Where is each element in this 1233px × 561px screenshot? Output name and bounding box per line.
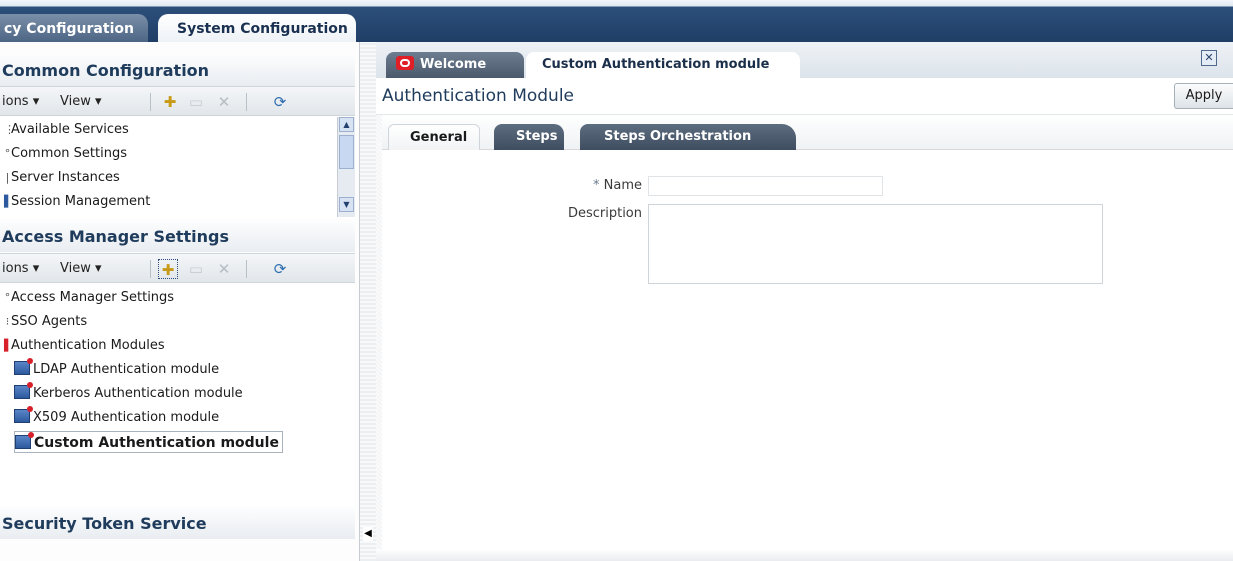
modules-folder-icon: ▌: [4, 339, 13, 352]
module-icon: [15, 432, 34, 449]
tab-policy-configuration[interactable]: cy Configuration: [0, 14, 148, 42]
module-icon: [14, 406, 33, 423]
oracle-logo-icon: [396, 56, 414, 70]
folder-icon[interactable]: ▭: [186, 259, 206, 279]
tree-item-label: Authentication Modules: [11, 338, 165, 353]
actions-menu-label: ions: [2, 261, 29, 276]
tree-item-label: Kerberos Authentication module: [33, 386, 243, 401]
settings-icon: °: [4, 147, 11, 160]
new-icon[interactable]: ✚: [160, 92, 180, 112]
settings-icon: °: [4, 291, 11, 304]
refresh-icon[interactable]: ⟳: [270, 92, 290, 112]
scroll-thumb[interactable]: [339, 135, 354, 169]
tree-item-ldap-module[interactable]: LDAP Authentication module: [14, 358, 220, 381]
view-menu-label: View: [60, 261, 91, 276]
name-label: * Name: [572, 178, 642, 193]
close-icon[interactable]: ✕: [1201, 50, 1217, 66]
toolbar-separator: [246, 260, 247, 278]
access-toolbar: ions ▾ View ▾ ✚ ▭ ✕ ⟳: [0, 253, 355, 283]
name-field[interactable]: [648, 176, 883, 196]
tree-item-label: Common Settings: [11, 146, 128, 161]
toolbar-separator: [246, 93, 247, 111]
actions-menu[interactable]: ions ▾: [2, 261, 39, 276]
tree-item-x509-module[interactable]: X509 Authentication module: [14, 406, 220, 429]
module-icon: [14, 358, 33, 375]
tab-custom-authentication-module[interactable]: Custom Authentication module: [526, 52, 800, 78]
delete-icon[interactable]: ✕: [214, 259, 234, 279]
page-title: Authentication Module: [382, 86, 575, 106]
view-menu[interactable]: View ▾: [60, 261, 102, 276]
tab-welcome[interactable]: Welcome: [386, 52, 524, 78]
tree-item-access-manager-settings[interactable]: °Access Manager Settings: [4, 287, 174, 309]
toolbar-separator: [150, 260, 151, 278]
tree-item-sso-agents[interactable]: ⁝ SSO Agents: [4, 311, 87, 333]
scroll-down-icon[interactable]: ▼: [339, 197, 354, 212]
view-menu[interactable]: View ▾: [60, 94, 102, 109]
folder-icon[interactable]: ▭: [186, 92, 206, 112]
tree-item-kerberos-module[interactable]: Kerberos Authentication module: [14, 382, 243, 405]
session-icon: ▌: [4, 195, 13, 208]
tree-item-available-services[interactable]: ⋮Available Services: [4, 119, 129, 141]
server-icon: |: [5, 171, 10, 184]
access-tree: °Access Manager Settings ⁝ SSO Agents ▌Au…: [0, 285, 355, 507]
tree-item-label: Session Management: [11, 194, 151, 209]
general-form: * Name Description: [382, 150, 1233, 549]
panel-footer: [376, 549, 1233, 561]
name-label-text: Name: [603, 178, 642, 193]
sub-tabs: General Steps Steps Orchestration: [382, 115, 1233, 150]
panel-splitter[interactable]: [360, 42, 376, 561]
collapse-left-icon[interactable]: ◀: [363, 527, 373, 541]
tree-item-label: SSO Agents: [11, 314, 88, 329]
agent-icon: ⁝: [5, 315, 10, 328]
tab-system-configuration[interactable]: System Configuration: [158, 14, 356, 42]
tab-steps-orchestration[interactable]: Steps Orchestration: [580, 124, 796, 150]
tree-item-server-instances[interactable]: | Server Instances: [4, 167, 120, 189]
tab-general[interactable]: General: [388, 124, 480, 150]
tree-item-label: Access Manager Settings: [11, 290, 175, 305]
access-manager-settings-header[interactable]: Access Manager Settings: [0, 222, 355, 252]
actions-menu[interactable]: ions ▾: [2, 94, 39, 109]
description-label: Description: [567, 206, 642, 221]
view-menu-label: View: [60, 94, 91, 109]
new-icon[interactable]: ✚: [158, 259, 178, 279]
delete-icon[interactable]: ✕: [214, 92, 234, 112]
common-toolbar: ions ▾ View ▾ ✚ ▭ ✕ ⟳: [0, 86, 355, 116]
tree-item-label: Server Instances: [11, 170, 120, 185]
apply-button[interactable]: Apply: [1174, 83, 1233, 109]
tree-item-session-management[interactable]: ▌Session Management: [4, 191, 150, 213]
tree-item-label: Available Services: [11, 122, 129, 137]
vertical-scrollbar[interactable]: ▲ ▼: [337, 117, 355, 217]
common-tree: ⋮Available Services °Common Settings | Se…: [0, 117, 355, 219]
document-tabs: Welcome Custom Authentication module ✕: [376, 42, 1233, 78]
tree-item-label: LDAP Authentication module: [33, 362, 220, 377]
tab-welcome-label: Welcome: [420, 57, 487, 72]
common-configuration-header[interactable]: Common Configuration: [0, 56, 355, 86]
tab-steps[interactable]: Steps: [494, 124, 564, 150]
service-icon: ⋮: [4, 123, 15, 136]
scroll-up-icon[interactable]: ▲: [339, 117, 354, 132]
required-marker: *: [593, 178, 600, 193]
top-navigation-bar: cy Configuration System Configuration: [0, 0, 1233, 42]
tree-item-label: Custom Authentication module: [34, 435, 279, 451]
refresh-icon[interactable]: ⟳: [270, 259, 290, 279]
module-icon: [14, 382, 33, 399]
description-field[interactable]: [648, 204, 1103, 284]
navigation-panel: Common Configuration ions ▾ View ▾ ✚ ▭ ✕…: [0, 42, 360, 561]
security-token-service-header[interactable]: Security Token Service: [0, 509, 355, 539]
tree-item-label: X509 Authentication module: [33, 410, 220, 425]
tree-item-custom-module[interactable]: Custom Authentication module: [14, 431, 283, 453]
toolbar-separator: [150, 93, 151, 111]
tree-item-common-settings[interactable]: °Common Settings: [4, 143, 127, 165]
content-panel: Welcome Custom Authentication module ✕ A…: [376, 42, 1233, 561]
page-header: Authentication Module Apply: [376, 78, 1233, 115]
tree-item-authentication-modules[interactable]: ▌Authentication Modules: [4, 335, 165, 357]
actions-menu-label: ions: [2, 94, 29, 109]
